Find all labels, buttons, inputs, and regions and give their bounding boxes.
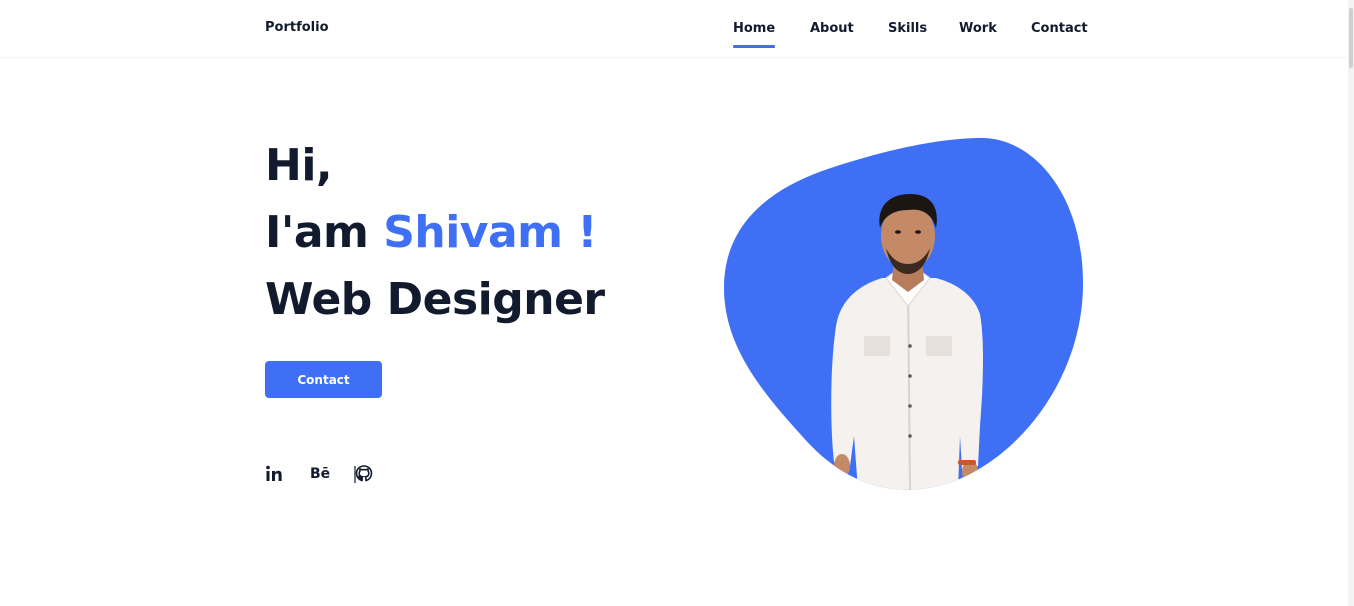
main-nav: Home About Skills Work Contact xyxy=(0,20,1348,58)
nav-link-about[interactable]: About xyxy=(810,20,854,37)
hero-role: Web Designer xyxy=(265,274,605,325)
linkedin-link[interactable] xyxy=(265,464,283,484)
hero-heading: Hi, I'am Shivam ! Web Designer xyxy=(265,132,645,333)
github-link[interactable] xyxy=(354,464,374,484)
behance-link[interactable]: Bē xyxy=(310,464,330,484)
profile-photo xyxy=(724,138,1084,490)
hero-image-blob xyxy=(722,136,1086,490)
contact-button[interactable]: Contact xyxy=(265,361,382,398)
linkedin-icon xyxy=(266,465,282,481)
nav-link-home[interactable]: Home xyxy=(733,20,776,48)
behance-icon: Bē xyxy=(310,466,331,482)
hero-intro-prefix: I'am xyxy=(265,207,384,258)
nav-link-contact[interactable]: Contact xyxy=(1031,20,1088,37)
nav-link-skills[interactable]: Skills xyxy=(888,20,927,37)
scrollbar-thumb[interactable] xyxy=(1349,8,1353,68)
hero-name: Shivam ! xyxy=(383,207,597,258)
github-icon xyxy=(354,465,373,483)
site-header: Portfolio Home About Skills Work Contact xyxy=(0,0,1348,58)
hero-intro-line: I'am Shivam ! xyxy=(265,199,645,266)
hero-greeting: Hi, xyxy=(265,140,333,191)
page-scrollbar[interactable] xyxy=(1348,0,1354,606)
nav-link-work[interactable]: Work xyxy=(959,20,997,37)
